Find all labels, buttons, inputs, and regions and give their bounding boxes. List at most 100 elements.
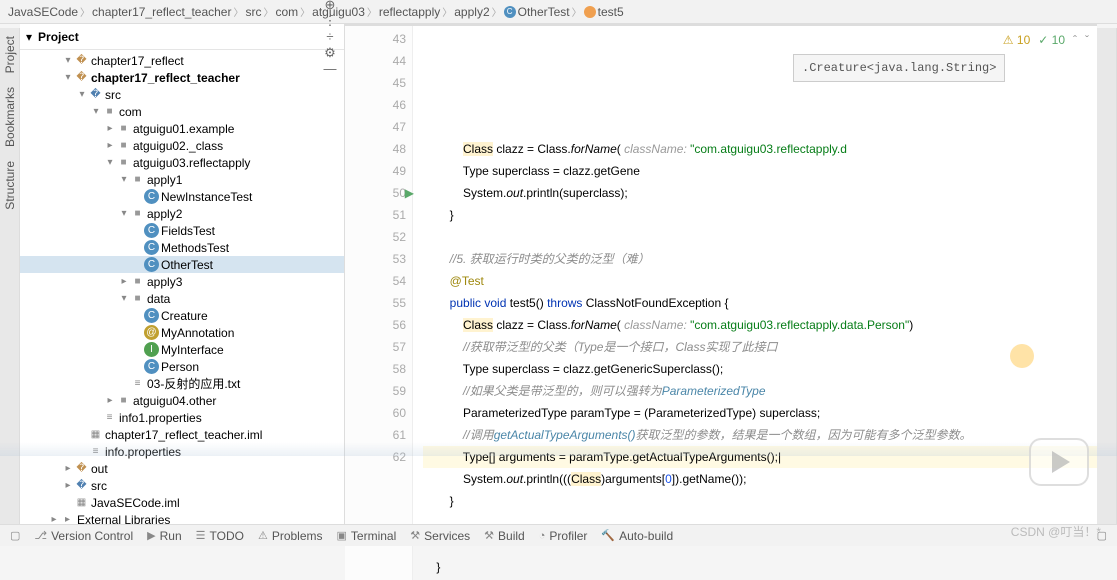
warning-badge[interactable]: ⚠ 10 bbox=[1003, 29, 1030, 51]
line-number[interactable]: 49 bbox=[345, 160, 406, 182]
tree-arrow[interactable]: ▾ bbox=[118, 174, 130, 185]
bottom-tab-terminal[interactable]: ▣Terminal bbox=[337, 529, 397, 543]
tree-item-src[interactable]: ▾ � src bbox=[20, 86, 344, 103]
toolwindow-tab-bookmarks[interactable]: Bookmarks bbox=[3, 83, 17, 151]
chevron-down-icon[interactable]: ˇ bbox=[1085, 29, 1089, 51]
toolwindow-arrow-icon[interactable]: ▾ bbox=[26, 30, 32, 44]
bottom-tab-todo[interactable]: ☰TODO bbox=[196, 529, 244, 543]
toolwindow-square-icon[interactable]: ▢ bbox=[1097, 529, 1107, 542]
editor-area[interactable]: 4344454647484950515253545556575859606162… bbox=[345, 26, 1097, 580]
code-line[interactable]: //如果父类是带泛型的，则可以强转为ParameterizedType bbox=[423, 380, 1097, 402]
tree-arrow[interactable]: ▸ bbox=[62, 480, 74, 491]
tree-item-chapter17_reflect_teacher-iml[interactable]: ▦ chapter17_reflect_teacher.iml bbox=[20, 426, 344, 443]
line-number[interactable]: 50 bbox=[345, 182, 406, 204]
code-line[interactable]: Class clazz = Class.forName( className: … bbox=[423, 138, 1097, 160]
breadcrumb-item[interactable]: JavaSECode bbox=[8, 5, 78, 19]
code-line[interactable]: Type superclass = clazz.getGene bbox=[423, 160, 1097, 182]
code-line[interactable]: //获取带泛型的父类（Type是一个接口，Class实现了此接口 bbox=[423, 336, 1097, 358]
tree-item-chapter17_reflect_teacher[interactable]: ▾ � chapter17_reflect_teacher bbox=[20, 69, 344, 86]
tree-item-othertest[interactable]: C OtherTest bbox=[20, 256, 344, 273]
tree-item-chapter17_reflect[interactable]: ▾ � chapter17_reflect bbox=[20, 52, 344, 69]
tree-item-atguigu04-other[interactable]: ▸ ■ atguigu04.other bbox=[20, 392, 344, 409]
tree-item-atguigu03-reflectapply[interactable]: ▾ ■ atguigu03.reflectapply bbox=[20, 154, 344, 171]
bottom-tab-auto-build[interactable]: 🔨Auto-build bbox=[601, 529, 673, 543]
code-line[interactable]: public void test5() throws ClassNotFound… bbox=[423, 292, 1097, 314]
tree-arrow[interactable]: ▸ bbox=[104, 395, 116, 406]
project-header-action[interactable]: ÷ bbox=[322, 29, 338, 45]
toolwindow-square-icon[interactable]: ▢ bbox=[10, 529, 20, 542]
tree-arrow[interactable]: ▸ bbox=[62, 463, 74, 474]
bottom-tab-run[interactable]: ▶Run bbox=[147, 529, 181, 543]
tree-arrow[interactable]: ▾ bbox=[62, 55, 74, 66]
tree-item-myinterface[interactable]: I MyInterface bbox=[20, 341, 344, 358]
breadcrumb-item[interactable]: chapter17_reflect_teacher bbox=[92, 5, 231, 19]
line-number[interactable]: 56 bbox=[345, 314, 406, 336]
bottom-tab-build[interactable]: ⚒Build bbox=[484, 529, 525, 543]
tree-item-myannotation[interactable]: @ MyAnnotation bbox=[20, 324, 344, 341]
tree-item-out[interactable]: ▸ � out bbox=[20, 460, 344, 477]
tree-arrow[interactable]: ▸ bbox=[104, 140, 116, 151]
tree-arrow[interactable]: ▾ bbox=[104, 157, 116, 168]
project-header-action[interactable]: ⋮ bbox=[322, 13, 338, 29]
line-number[interactable]: 58 bbox=[345, 358, 406, 380]
tree-item-apply1[interactable]: ▾ ■ apply1 bbox=[20, 171, 344, 188]
code-line[interactable] bbox=[423, 226, 1097, 248]
line-number[interactable]: 57 bbox=[345, 336, 406, 358]
tree-item-person[interactable]: C Person bbox=[20, 358, 344, 375]
tree-item-creature[interactable]: C Creature bbox=[20, 307, 344, 324]
tree-arrow[interactable]: ▾ bbox=[118, 208, 130, 219]
tree-item-atguigu02-_class[interactable]: ▸ ■ atguigu02._class bbox=[20, 137, 344, 154]
code-line[interactable]: } bbox=[423, 204, 1097, 226]
tree-arrow[interactable]: ▾ bbox=[90, 106, 102, 117]
tree-arrow[interactable]: ▸ bbox=[48, 514, 60, 524]
line-number[interactable]: 43 bbox=[345, 28, 406, 50]
line-number[interactable]: 54 bbox=[345, 270, 406, 292]
breadcrumb-item[interactable]: atguigu03 bbox=[312, 5, 365, 19]
toolwindow-tab-project[interactable]: Project bbox=[3, 32, 17, 77]
tree-item-apply3[interactable]: ▸ ■ apply3 bbox=[20, 273, 344, 290]
code-line[interactable]: } bbox=[423, 490, 1097, 512]
bottom-tab-version-control[interactable]: ⎇Version Control bbox=[34, 529, 133, 543]
line-number[interactable]: 45 bbox=[345, 72, 406, 94]
bottom-tab-profiler[interactable]: ◔Profiler bbox=[539, 529, 588, 543]
line-number[interactable]: 52 bbox=[345, 226, 406, 248]
tree-item-newinstancetest[interactable]: C NewInstanceTest bbox=[20, 188, 344, 205]
line-number[interactable]: 53 bbox=[345, 248, 406, 270]
inspection-badges[interactable]: ⚠ 10 ✓ 10 ˆ ˇ bbox=[1003, 29, 1089, 51]
tree-item-03-------txt[interactable]: ≡ 03-反射的应用.txt bbox=[20, 375, 344, 392]
breadcrumb-item[interactable]: apply2 bbox=[454, 5, 489, 19]
tree-item-external-libraries[interactable]: ▸ ▸ External Libraries bbox=[20, 511, 344, 524]
tree-arrow[interactable]: ▾ bbox=[62, 72, 74, 83]
project-header-action[interactable]: ⊕ bbox=[322, 0, 338, 13]
tree-item-apply2[interactable]: ▾ ■ apply2 bbox=[20, 205, 344, 222]
code-line[interactable]: } bbox=[423, 556, 1097, 578]
code-line[interactable]: //5. 获取运行时类的父类的泛型（难） bbox=[423, 248, 1097, 270]
tree-item-fieldstest[interactable]: C FieldsTest bbox=[20, 222, 344, 239]
tree-item-com[interactable]: ▾ ■ com bbox=[20, 103, 344, 120]
tree-item-data[interactable]: ▾ ■ data bbox=[20, 290, 344, 307]
line-number[interactable]: 55 bbox=[345, 292, 406, 314]
code-line[interactable]: System.out.println(superclass); bbox=[423, 182, 1097, 204]
tree-arrow[interactable]: ▾ bbox=[76, 89, 88, 100]
chevron-up-icon[interactable]: ˆ bbox=[1073, 29, 1077, 51]
bottom-tab-problems[interactable]: ⚠Problems bbox=[258, 529, 323, 543]
bottom-tab-services[interactable]: ⚒Services bbox=[410, 529, 470, 543]
tree-arrow[interactable]: ▾ bbox=[118, 293, 130, 304]
breadcrumb-item[interactable]: src bbox=[245, 5, 261, 19]
weak-warning-badge[interactable]: ✓ 10 bbox=[1038, 29, 1065, 51]
breadcrumb-item[interactable]: C OtherTest bbox=[504, 5, 570, 19]
line-number[interactable]: 44 bbox=[345, 50, 406, 72]
code-line[interactable]: System.out.println(((Class)arguments[0])… bbox=[423, 468, 1097, 490]
line-number[interactable]: 59 bbox=[345, 380, 406, 402]
toolwindow-tab-structure[interactable]: Structure bbox=[3, 157, 17, 214]
code-line[interactable]: @Test bbox=[423, 270, 1097, 292]
tree-item-javasecode-iml[interactable]: ▦ JavaSECode.iml bbox=[20, 494, 344, 511]
code-line[interactable]: Class clazz = Class.forName( className: … bbox=[423, 314, 1097, 336]
line-number[interactable]: 47 bbox=[345, 116, 406, 138]
breadcrumb-item[interactable]: reflectapply bbox=[379, 5, 440, 19]
line-number[interactable]: 48 bbox=[345, 138, 406, 160]
breadcrumb-item[interactable]: test5 bbox=[584, 5, 624, 19]
code[interactable]: ⚠ 10 ✓ 10 ˆ ˇ Class clazz = Class.forNam… bbox=[413, 26, 1097, 580]
breadcrumb-item[interactable]: com bbox=[275, 5, 298, 19]
tree-item-info1-properties[interactable]: ≡ info1.properties bbox=[20, 409, 344, 426]
